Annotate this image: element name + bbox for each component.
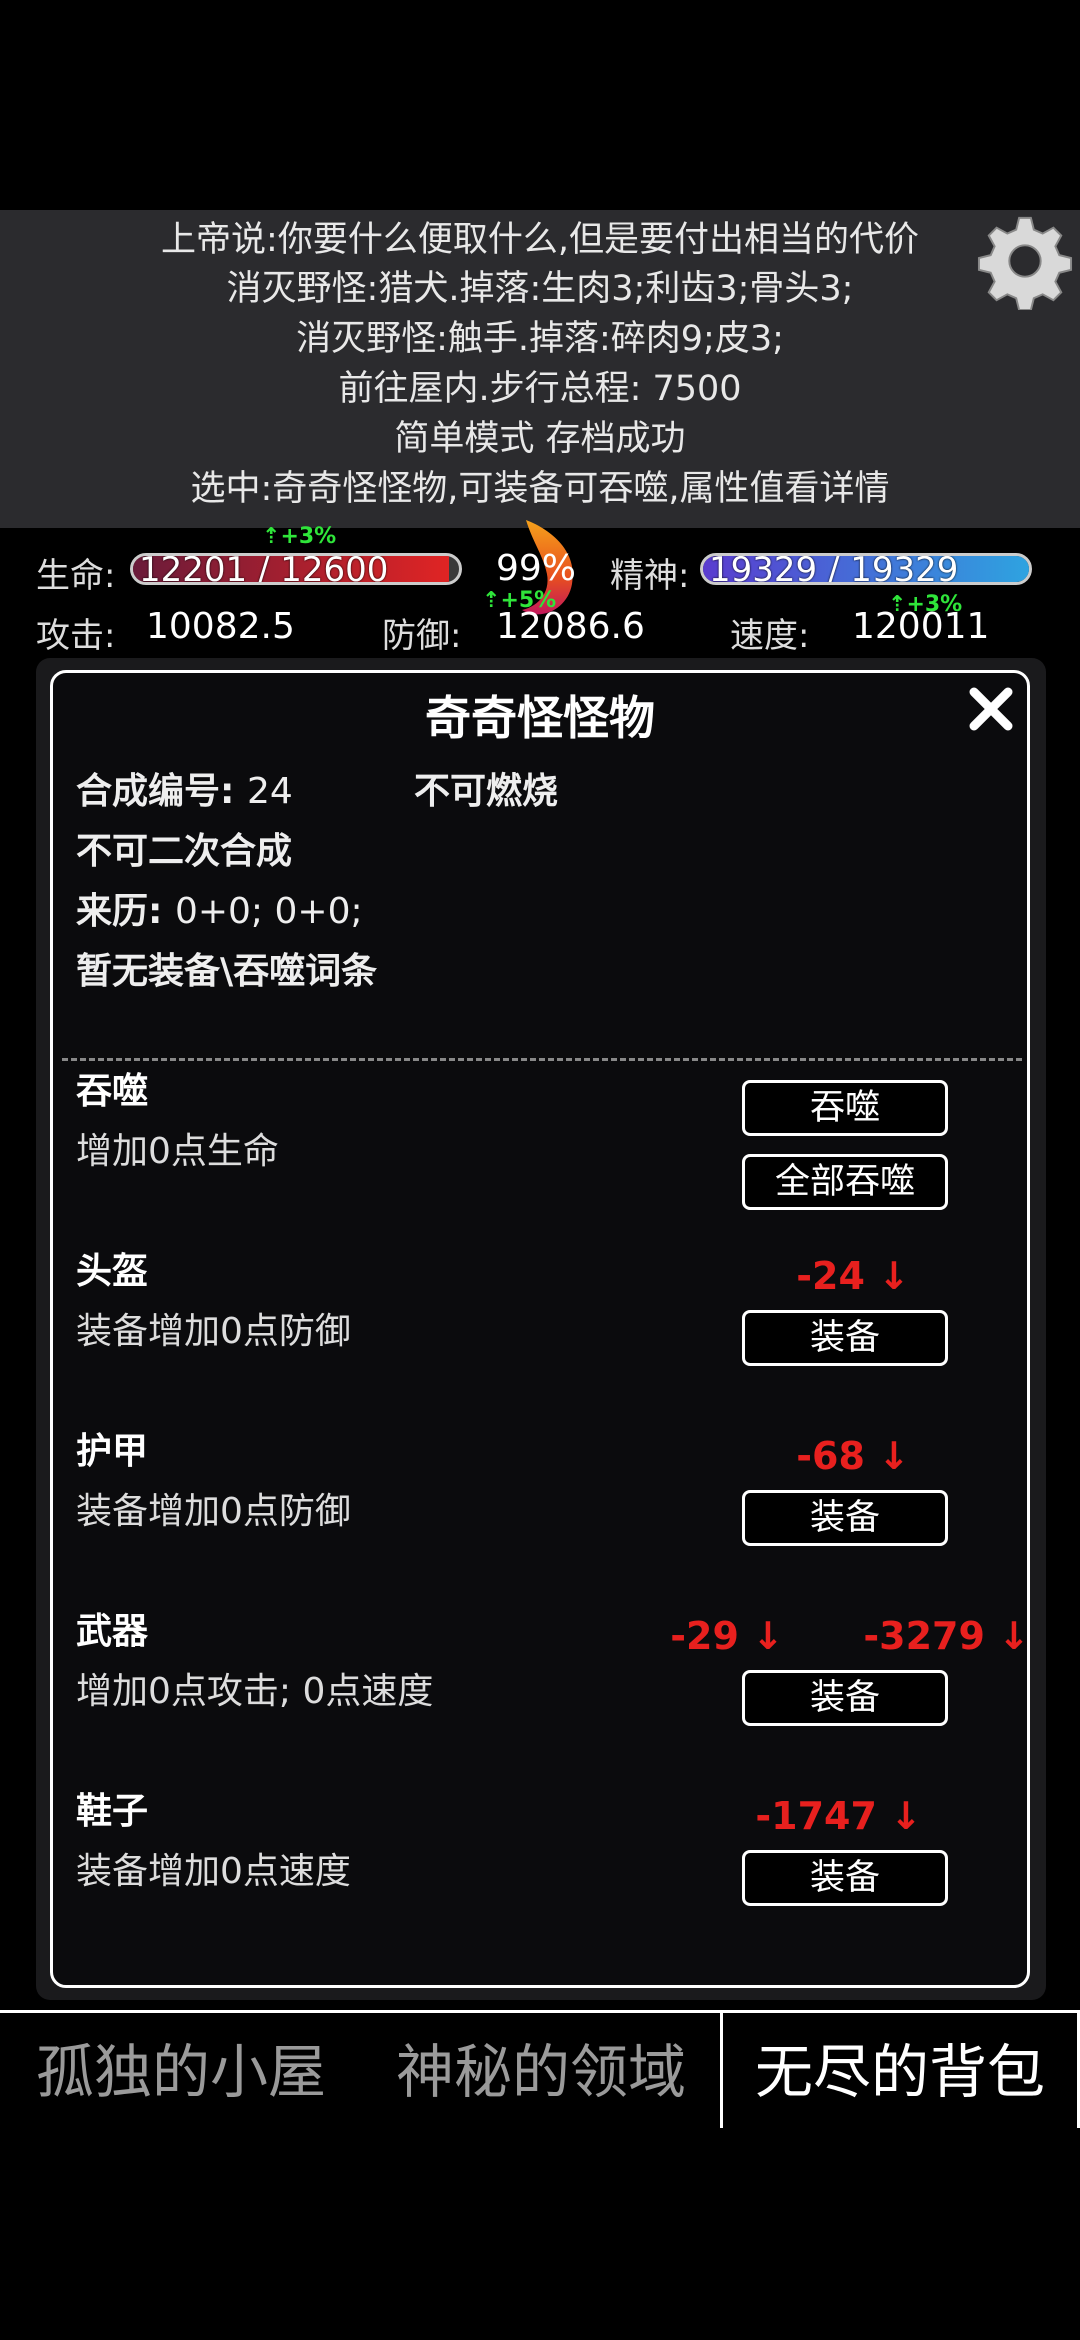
- defense-buff-text: +5%: [500, 588, 557, 613]
- armor-delta: -68 ↓: [796, 1434, 910, 1478]
- center-percent: 99%: [496, 548, 577, 589]
- helmet-delta: -24 ↓: [796, 1254, 910, 1298]
- mind-value: 19329 / 19329: [709, 553, 959, 585]
- mind-label: 精神:: [610, 556, 690, 596]
- flammable-text: 不可燃烧: [414, 771, 559, 812]
- message-line: 上帝说:你要什么便取什么,但是要付出相当的代价: [161, 220, 919, 260]
- close-icon[interactable]: [966, 684, 1016, 734]
- section-desc: 增加0点攻击; 0点速度: [76, 1671, 434, 1712]
- weapon-attack-delta: -29 ↓: [670, 1614, 784, 1658]
- tab-mysterious-realm[interactable]: 神秘的领域: [362, 2010, 720, 2128]
- speed-label: 速度:: [730, 616, 810, 656]
- equip-weapon-button[interactable]: 装备: [742, 1670, 948, 1726]
- section-desc: 增加0点生命: [76, 1131, 279, 1172]
- hp-buff-text: +3%: [280, 524, 337, 549]
- origin: 来历: 0+0; 0+0;: [76, 882, 363, 934]
- origin-label: 来历:: [76, 891, 163, 932]
- shoes-delta: -1747 ↓: [755, 1794, 922, 1838]
- moon-icon[interactable]: [12, 222, 64, 300]
- section-desc: 装备增加0点速度: [76, 1851, 351, 1892]
- message-line: 消灭野怪:触手.掉落:碎肉9;皮3;: [296, 319, 784, 359]
- devour-all-button[interactable]: 全部吞噬: [742, 1154, 948, 1210]
- attack-value: 10082.5: [146, 606, 295, 647]
- equip-helmet-button[interactable]: 装备: [742, 1310, 948, 1366]
- equip-shoes-button[interactable]: 装备: [742, 1850, 948, 1906]
- origin-value: 0+0; 0+0;: [174, 891, 363, 932]
- dialog-title: 奇奇怪怪物: [425, 691, 655, 745]
- speed-buff-text: +3%: [906, 592, 963, 617]
- craft-id: 合成编号: 24: [76, 762, 293, 814]
- section-title: 头盔: [76, 1251, 149, 1292]
- mind-bar: 19329 / 19329: [700, 553, 1032, 585]
- hp-value: 12201 / 12600: [139, 553, 389, 585]
- message-line: 消灭野怪:猎犬.掉落:生肉3;利齿3;骨头3;: [226, 269, 854, 309]
- section-title: 护甲: [76, 1431, 149, 1472]
- speed-buff: ⇡+3%: [888, 592, 963, 617]
- no-recraft-text: 不可二次合成: [76, 831, 293, 872]
- section-title: 武器: [76, 1611, 149, 1652]
- section-title: 吞噬: [76, 1071, 149, 1112]
- hp-label: 生命:: [36, 556, 116, 596]
- gear-icon[interactable]: [976, 212, 1074, 310]
- affix-text: 暂无装备\吞噬词条: [76, 951, 378, 992]
- message-line: 前往屋内.步行总程: 7500: [338, 369, 742, 409]
- craft-id-value: 24: [246, 771, 293, 812]
- section-title: 鞋子: [76, 1791, 149, 1832]
- section-desc: 装备增加0点防御: [76, 1311, 351, 1352]
- hp-bar: 12201 / 12600: [130, 553, 462, 585]
- message-line: 简单模式 存档成功: [394, 419, 686, 459]
- weapon-speed-delta: -3279 ↓: [863, 1614, 1030, 1658]
- tab-lonely-cabin[interactable]: 孤独的小屋: [0, 2010, 362, 2128]
- tab-endless-backpack[interactable]: 无尽的背包: [720, 2010, 1080, 2128]
- dashed-divider: [62, 1058, 1022, 1061]
- defense-buff: ⇡+5%: [482, 588, 557, 613]
- defense-label: 防御:: [382, 616, 462, 656]
- devour-button[interactable]: 吞噬: [742, 1080, 948, 1136]
- equip-armor-button[interactable]: 装备: [742, 1490, 948, 1546]
- craft-id-label: 合成编号:: [76, 771, 235, 812]
- section-desc: 装备增加0点防御: [76, 1491, 351, 1532]
- hp-buff: ⇡+3%: [262, 524, 337, 549]
- message-line: 选中:奇奇怪怪物,可装备可吞噬,属性值看详情: [190, 469, 890, 509]
- attack-label: 攻击:: [36, 616, 116, 656]
